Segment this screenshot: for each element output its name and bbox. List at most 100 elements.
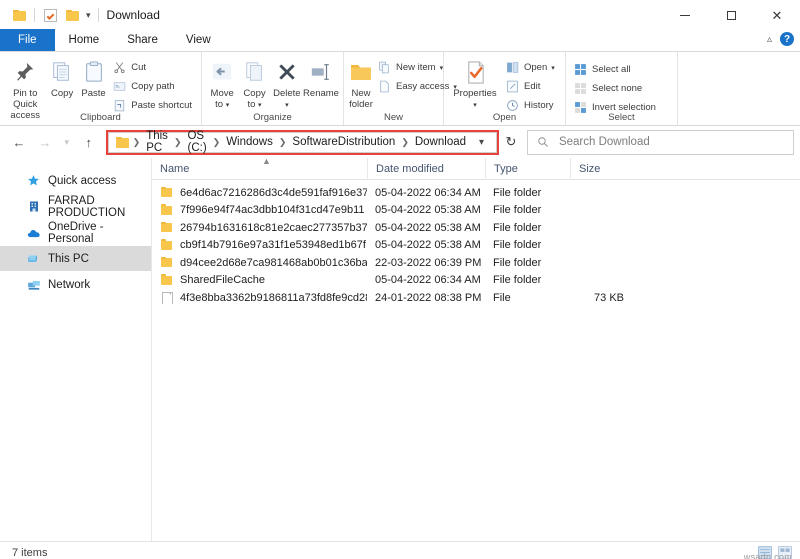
column-header-size[interactable]: Size <box>570 157 632 180</box>
move-to-icon <box>209 59 235 85</box>
copy-button[interactable]: Copy <box>46 55 77 99</box>
refresh-button[interactable]: ↻ <box>499 130 523 155</box>
search-placeholder: Search Download <box>558 136 650 148</box>
new-item-icon <box>377 60 392 75</box>
delete-icon <box>274 59 300 85</box>
copy-to-icon <box>242 59 268 85</box>
label-line2: folder <box>349 99 373 110</box>
delete-button[interactable]: Delete ▾ <box>271 55 303 111</box>
forward-button[interactable]: → <box>32 129 58 155</box>
maximize-button[interactable] <box>708 0 754 30</box>
paste-label: Paste <box>81 88 106 99</box>
copy-to-label: Copy to ▾ <box>243 88 265 111</box>
history-label: History <box>524 100 554 111</box>
paste-shortcut-label: Paste shortcut <box>131 100 192 111</box>
ribbon-group-open: Properties ▾ Open ▾ Edit History Open <box>444 52 566 125</box>
breadcrumb-download[interactable]: Download <box>410 134 471 150</box>
table-row[interactable]: d94cee2d68e7ca981468ab0b01c36ba3 22-03-2… <box>152 254 800 272</box>
rename-label: Rename <box>303 88 339 99</box>
breadcrumb-this-pc[interactable]: This PC <box>141 128 173 156</box>
rename-icon <box>308 59 334 85</box>
type-cell: File folder <box>493 186 542 199</box>
sidebar-item-label: Network <box>48 278 91 291</box>
caret-icon: ▾ <box>473 102 477 109</box>
pc-icon <box>26 251 41 266</box>
file-name: d94cee2d68e7ca981468ab0b01c36ba3 <box>180 256 367 269</box>
table-row[interactable]: SharedFileCache 05-04-2022 06:34 AM File… <box>152 272 800 290</box>
file-name-cell: d94cee2d68e7ca981468ab0b01c36ba3 <box>152 256 367 269</box>
column-label: Size <box>579 162 601 175</box>
ribbon-group-organize: Move to ▾ Copy to ▾ Delete ▾ Rename Orga… <box>202 52 344 125</box>
tab-file[interactable]: File <box>0 29 55 51</box>
column-header-name[interactable]: Name ▲ <box>152 155 367 180</box>
copy-path-button[interactable]: Copy path <box>109 77 197 96</box>
chevron-up-icon[interactable]: ▵ <box>767 34 772 45</box>
size-cell: 73 KB <box>594 291 624 304</box>
status-bar: 7 items wsadn.com <box>0 541 800 559</box>
breadcrumb-softwaredistribution[interactable]: SoftwareDistribution <box>287 134 400 150</box>
ribbon-group-label-new: New <box>383 112 403 123</box>
type-cell: File folder <box>493 274 542 287</box>
address-dropdown-icon[interactable]: ▾ <box>471 137 492 148</box>
sort-ascending-icon: ▲ <box>262 155 271 166</box>
recent-locations-button[interactable]: ▾ <box>58 129 76 155</box>
tab-view[interactable]: View <box>172 29 225 51</box>
select-none-button[interactable]: Select none <box>570 79 661 98</box>
tabstrip-right-controls: ▵ ? <box>767 32 794 46</box>
column-label: Type <box>494 162 518 175</box>
column-header-type[interactable]: Type <box>485 157 570 180</box>
paste-button[interactable]: Paste <box>78 55 109 99</box>
back-button[interactable]: ← <box>6 129 32 155</box>
sidebar-item-label: Quick access <box>48 174 117 187</box>
properties-check-icon[interactable] <box>39 4 61 26</box>
breadcrumb-os-c[interactable]: OS (C:) <box>182 128 211 156</box>
sidebar-item-label: This PC <box>48 252 89 265</box>
rename-button[interactable]: Rename <box>303 55 339 99</box>
table-row[interactable]: 4f3e8bba3362b9186811a73fd8fe9cd283... 24… <box>152 289 800 307</box>
select-all-button[interactable]: Select all <box>570 60 661 79</box>
title-bar: ▾ Download ✕ <box>0 0 800 30</box>
new-folder-icon[interactable] <box>61 4 83 26</box>
minimize-button[interactable] <box>662 0 708 30</box>
ribbon-group-label-select: Select <box>608 112 635 123</box>
breadcrumb-windows[interactable]: Windows <box>221 134 278 150</box>
edit-button[interactable]: Edit <box>502 77 560 96</box>
customize-qat-caret-icon[interactable]: ▾ <box>83 10 94 21</box>
sidebar-item-farrad-production[interactable]: FARRAD PRODUCTION <box>0 194 151 219</box>
copy-to-button[interactable]: Copy to ▾ <box>238 55 270 111</box>
ribbon-group-select: Select all Select none Invert selection … <box>566 52 678 125</box>
tab-home[interactable]: Home <box>55 29 114 51</box>
type-cell: File folder <box>493 204 542 217</box>
new-folder-label: New folder <box>349 88 373 110</box>
window-controls: ✕ <box>662 0 800 30</box>
table-row[interactable]: 26794b1631618c81e2caec277357b370 05-04-2… <box>152 219 800 237</box>
folder-icon <box>160 239 173 251</box>
folder-icon <box>160 274 173 286</box>
new-folder-button[interactable]: New folder <box>348 55 374 110</box>
move-to-button[interactable]: Move to ▾ <box>206 55 238 111</box>
date-cell: 22-03-2022 06:39 PM <box>375 256 482 269</box>
address-bar[interactable]: ❯ This PC ❯ OS (C:) ❯ Windows ❯ Software… <box>107 130 498 154</box>
table-row[interactable]: 7f996e94f74ac3dbb104f31cd47e9b11 05-04-2… <box>152 202 800 220</box>
search-box[interactable]: Search Download <box>526 129 795 155</box>
select-all-label: Select all <box>592 64 631 75</box>
column-header-date-modified[interactable]: Date modified <box>367 157 485 180</box>
up-button[interactable]: ↑ <box>76 129 102 155</box>
open-button[interactable]: Open ▾ <box>502 58 560 77</box>
tab-share[interactable]: Share <box>113 29 172 51</box>
open-icon <box>505 60 520 75</box>
sidebar-item-network[interactable]: Network <box>0 272 151 297</box>
properties-button[interactable]: Properties ▾ <box>448 55 502 111</box>
table-row[interactable]: 6e4d6ac7216286d3c4de591faf916e37 05-04-2… <box>152 184 800 202</box>
window-title: Download <box>106 8 160 22</box>
sidebar-item-quick-access[interactable]: Quick access <box>0 168 151 193</box>
copy-path-icon <box>112 79 127 94</box>
sidebar-item-onedrive[interactable]: OneDrive - Personal <box>0 220 151 245</box>
close-button[interactable]: ✕ <box>754 0 800 30</box>
cut-button[interactable]: Cut <box>109 58 197 77</box>
help-icon[interactable]: ? <box>780 32 794 46</box>
pin-icon <box>12 59 38 85</box>
select-none-label: Select none <box>592 83 643 94</box>
table-row[interactable]: cb9f14b7916e97a31f1e53948ed1b67f 05-04-2… <box>152 237 800 255</box>
sidebar-item-this-pc[interactable]: This PC <box>0 246 151 271</box>
